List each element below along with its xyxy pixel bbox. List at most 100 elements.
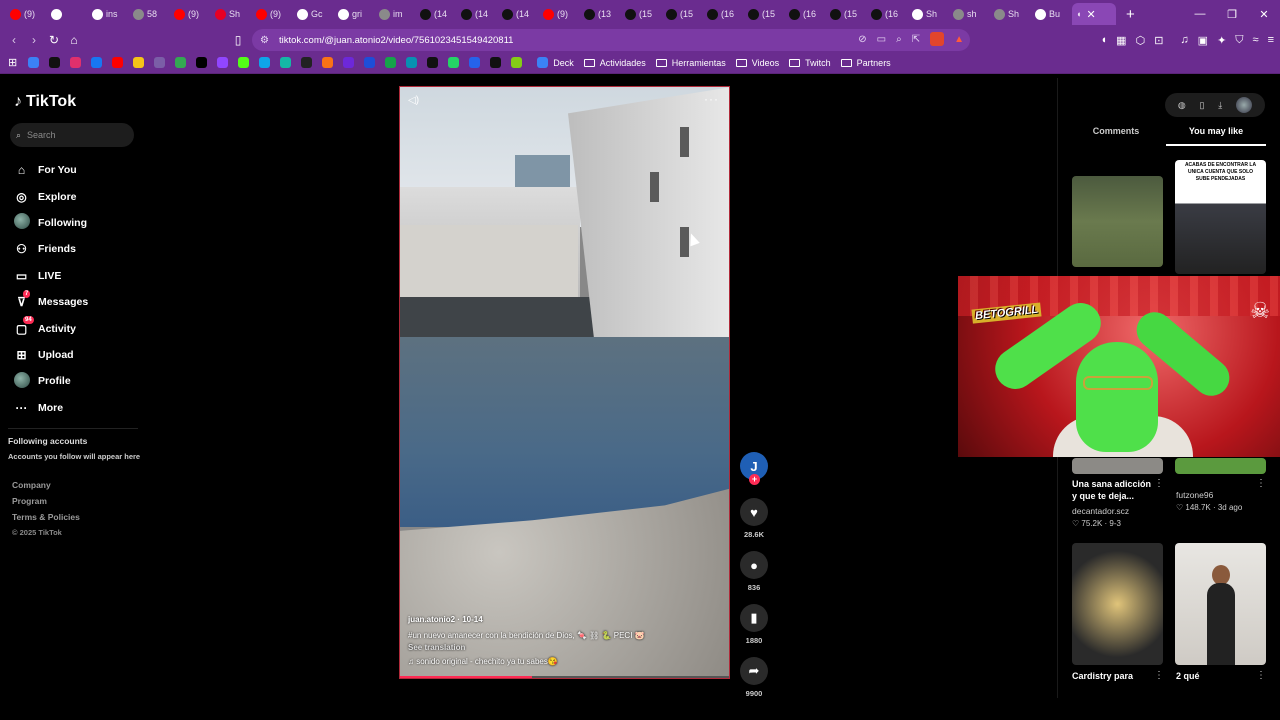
bookmark-icon[interactable] — [280, 57, 292, 68]
bookmark-icon[interactable] — [322, 57, 334, 68]
bookmark-icon[interactable] — [343, 57, 355, 68]
browser-tab[interactable]: (9) — [252, 3, 293, 25]
footer-link-program[interactable]: Program — [12, 496, 80, 512]
browser-tab[interactable]: (16 — [867, 3, 908, 25]
video-player[interactable]: ◁) ··· juan.atonio2 · 10-14 #un nuevo am… — [399, 86, 730, 679]
browser-tab[interactable]: im — [375, 3, 416, 25]
kick-bookmark-icon[interactable] — [238, 57, 250, 68]
browser-tab[interactable]: (14 — [457, 3, 498, 25]
bookmark-folder-partners[interactable]: Partners — [840, 58, 891, 68]
bookmark-folder-actividades[interactable]: Actividades — [583, 58, 646, 68]
browser-tab[interactable]: (15 — [744, 3, 785, 25]
minimize-button[interactable]: — — [1184, 8, 1216, 20]
bookmark-icon[interactable] — [511, 57, 523, 68]
kebab-icon[interactable]: ⋮ — [1154, 670, 1164, 681]
browser-tab[interactable]: (16 — [785, 3, 826, 25]
kebab-icon[interactable]: ⋮ — [1154, 478, 1164, 489]
sidebar-item-following[interactable]: Following — [14, 210, 88, 236]
tiktok-bookmark-icon[interactable] — [49, 57, 61, 68]
bookmark-icon[interactable] — [154, 57, 166, 68]
bookmark-folder-videos[interactable]: Videos — [735, 58, 779, 68]
sidebar-item-friends[interactable]: ⚇ Friends — [14, 236, 88, 262]
browser-tab[interactable] — [47, 3, 88, 25]
bookmark-icon[interactable] — [259, 57, 271, 68]
coins-icon[interactable]: ◍ — [1178, 100, 1186, 111]
device-icon[interactable]: ▯ — [1200, 100, 1205, 111]
menu-icon[interactable]: ≡ — [1268, 34, 1274, 46]
back-icon[interactable]: ‹ — [4, 33, 24, 47]
youtube-bookmark-icon[interactable] — [112, 57, 124, 68]
share-icon[interactable]: ⇱ — [912, 34, 920, 45]
user-avatar[interactable] — [1236, 97, 1253, 113]
like-action[interactable]: ♥ 28.6K — [739, 498, 769, 539]
browser-tab[interactable]: 58 — [129, 3, 170, 25]
video-progress-bar[interactable] — [400, 676, 729, 678]
browser-tab[interactable]: (14 — [498, 3, 539, 25]
browser-tab[interactable]: Gc — [293, 3, 334, 25]
bookmark-icon[interactable] — [133, 57, 145, 68]
comment-icon[interactable]: ● — [740, 551, 768, 579]
sidebar-item-messages[interactable]: ⊽ 7 Messages — [14, 289, 88, 315]
browser-tab[interactable]: Sh — [908, 3, 949, 25]
recommended-thumbnail[interactable] — [1072, 543, 1163, 665]
leo-icon[interactable]: ≈ — [1253, 34, 1259, 46]
audio-icon[interactable]: ◖ — [1101, 34, 1108, 46]
reload-icon[interactable]: ↻ — [44, 33, 64, 47]
card-author[interactable]: futzone96 — [1176, 490, 1213, 500]
media-icon[interactable]: ♫ — [1180, 34, 1188, 46]
recommended-thumbnail[interactable]: ACABAS DE ENCONTRAR LA UNICA CUENTA QUE … — [1175, 160, 1266, 274]
card-title[interactable]: Una sana adicción y que te deja... — [1072, 478, 1156, 502]
address-bar[interactable]: ⚙ tiktok.com/@juan.atonio2/video/7561023… — [252, 29, 970, 51]
save-action[interactable]: ▮ 1880 — [739, 604, 769, 645]
facebook-bookmark-icon[interactable] — [91, 57, 103, 68]
sidebar-item-profile[interactable]: Profile — [14, 368, 88, 394]
browser-tab[interactable]: Sh — [211, 3, 252, 25]
recommended-thumbnail[interactable] — [1175, 458, 1266, 474]
browser-tab-active[interactable]: ◖ ✕ — [1072, 3, 1116, 25]
author-avatar[interactable]: J + — [740, 452, 768, 485]
search-input[interactable]: ⌕ Search — [10, 123, 134, 147]
bookmark-icon[interactable] — [427, 57, 439, 68]
bookmark-folder-herramientas[interactable]: Herramientas — [655, 58, 726, 68]
browser-tab[interactable]: (15 — [826, 3, 867, 25]
bookmark-deck[interactable]: Deck — [537, 57, 574, 68]
recommended-thumbnail[interactable] — [1175, 543, 1266, 665]
home-icon[interactable]: ⌂ — [64, 33, 84, 47]
kebab-icon[interactable]: ⋮ — [1256, 670, 1266, 681]
brave-rewards-icon[interactable]: ▲ — [954, 34, 964, 45]
sidebar-item-more[interactable]: ··· More — [14, 395, 88, 421]
bookmark-icon[interactable] — [385, 57, 397, 68]
card-title[interactable]: Cardistry para — [1072, 670, 1156, 682]
vpn-shield-icon[interactable]: ⛉ — [1235, 34, 1243, 47]
share-arrow-icon[interactable]: ➦ — [740, 657, 768, 685]
browser-tab[interactable]: (9) — [6, 3, 47, 25]
x-bookmark-icon[interactable] — [196, 57, 208, 68]
recommended-thumbnail[interactable] — [1072, 458, 1163, 474]
footer-link-terms[interactable]: Terms & Policies — [12, 512, 80, 528]
browser-tab[interactable]: (13 — [580, 3, 621, 25]
picture-in-picture-icon[interactable]: ▭ — [877, 34, 886, 45]
browser-tab[interactable]: gri — [334, 3, 375, 25]
browser-tab[interactable]: (14 — [416, 3, 457, 25]
extensions-puzzle-icon[interactable]: ✦ — [1217, 34, 1226, 47]
browser-tab[interactable]: (16 — [703, 3, 744, 25]
see-translation-link[interactable]: See translation — [408, 643, 708, 652]
bookmark-icon[interactable] — [469, 57, 481, 68]
apps-grid-icon[interactable]: ⊞ — [8, 56, 17, 69]
footer-link-company[interactable]: Company — [12, 480, 80, 496]
heart-icon[interactable]: ♥ — [740, 498, 768, 526]
bookmark-icon[interactable]: ▮ — [740, 604, 768, 632]
brave-shield-icon[interactable] — [930, 32, 945, 46]
video-sound[interactable]: ♫ sonido original - chechito ya tu sabes… — [408, 657, 708, 666]
whatsapp-bookmark-icon[interactable] — [448, 57, 460, 68]
bookmark-icon[interactable] — [406, 57, 418, 68]
tiktok-logo[interactable]: ♪ TikTok — [14, 93, 76, 111]
extension-icon[interactable]: ⬡ — [1136, 34, 1146, 47]
kebab-icon[interactable]: ⋮ — [1256, 478, 1266, 489]
twitch-bookmark-icon[interactable] — [217, 57, 229, 68]
sidebar-item-for-you[interactable]: ⌂ For You — [14, 157, 88, 183]
tab-comments[interactable]: Comments — [1066, 126, 1166, 146]
bookmark-icon[interactable] — [28, 57, 40, 68]
download-icon[interactable]: ⤓ — [1218, 100, 1222, 111]
close-window-button[interactable]: ✕ — [1248, 8, 1280, 21]
